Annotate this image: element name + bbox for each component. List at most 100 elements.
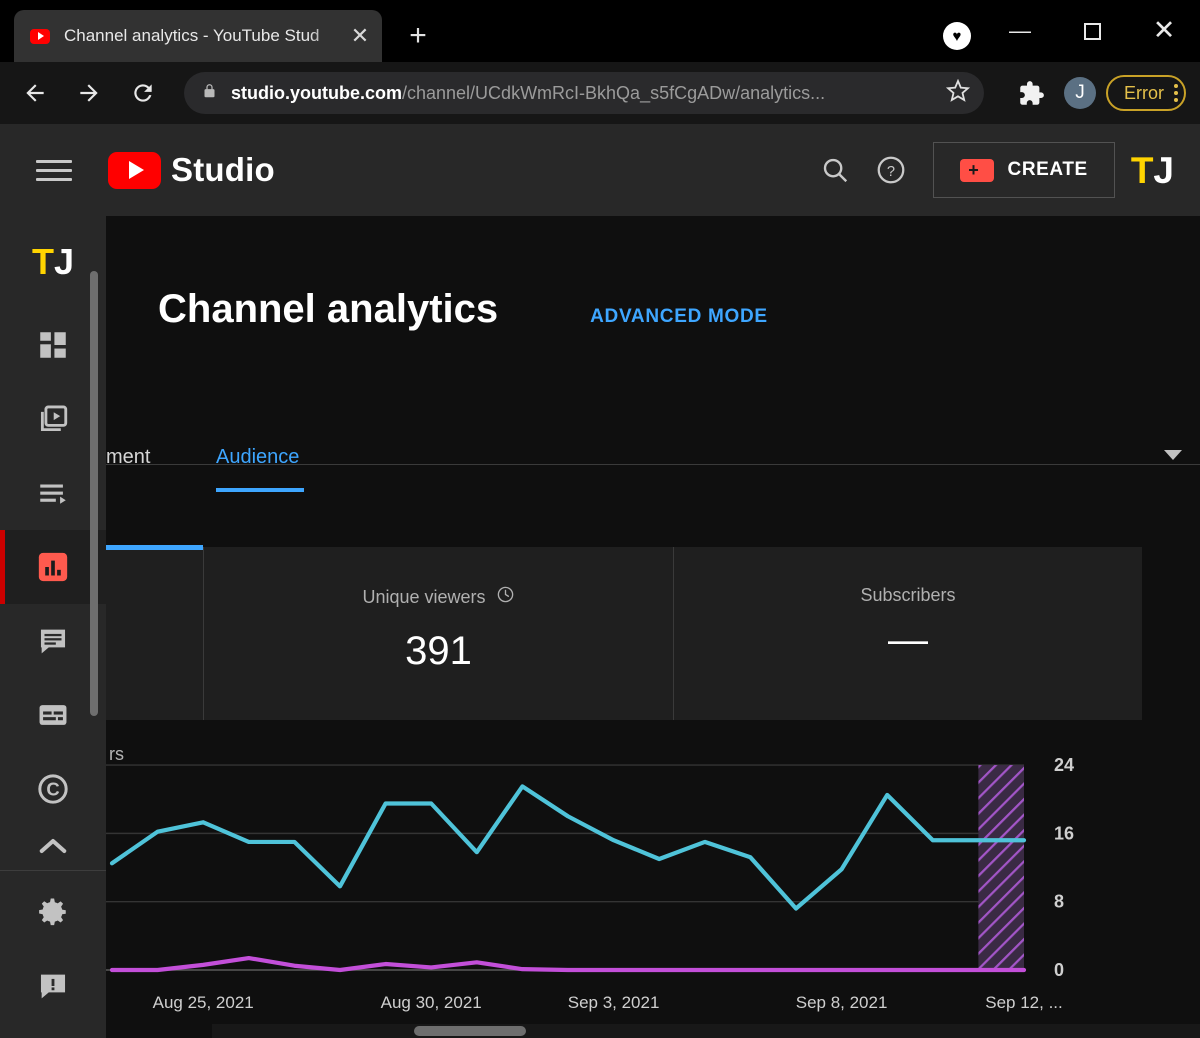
metric-card-label-wrap: Unique viewers <box>362 585 514 609</box>
studio-header: Studio ? CREATE TJ <box>0 124 1200 216</box>
sidebar-item-collapse[interactable] <box>0 826 106 866</box>
minimize-icon: — <box>1009 27 1031 36</box>
url-path: /channel/UCdkWmRcI-BkhQa_s5fCgADw/analyt… <box>402 83 825 103</box>
avatar-letter-1: T <box>32 241 54 283</box>
chart-y-tick-label: 8 <box>1054 892 1064 912</box>
hamburger-icon[interactable] <box>36 154 72 187</box>
metric-card-label-wrap: Subscribers <box>860 585 955 606</box>
advanced-mode-link[interactable]: ADVANCED MODE <box>590 306 768 328</box>
tab-engagement[interactable]: ment <box>106 446 150 469</box>
svg-text:C: C <box>46 779 59 800</box>
analytics-content: Channel analytics ADVANCED MODE Aug 16 –… <box>106 216 1200 1038</box>
page-viewport: Studio ? CREATE TJ TJ <box>0 124 1200 1038</box>
metric-card-value: — <box>888 626 928 654</box>
metric-card-unique-viewers[interactable]: Unique viewers 391 <box>204 547 674 720</box>
back-button[interactable] <box>8 71 62 115</box>
chart-partial-region <box>978 765 1024 970</box>
chart-partial-data-region <box>978 765 1024 970</box>
studio-header-actions: ? CREATE TJ <box>807 142 1200 198</box>
sidebar-item-copyright[interactable]: C <box>0 752 106 826</box>
chart-x-tick-label: Sep 12, ... <box>985 993 1063 1012</box>
metric-card-subscribers[interactable]: Subscribers — <box>674 547 1142 720</box>
error-badge[interactable]: Error <box>1106 75 1186 111</box>
lock-icon <box>202 82 217 105</box>
playlist-icon <box>36 476 70 510</box>
reload-button[interactable] <box>116 71 170 115</box>
metric-card-label: Subscribers <box>860 585 955 606</box>
svg-text:?: ? <box>886 164 894 180</box>
window-minimize-button[interactable]: — <box>984 0 1056 62</box>
dashboard-grid-icon <box>36 328 70 362</box>
studio-logo[interactable]: Studio <box>108 151 275 189</box>
chart-x-axis-labels: Aug 25, 2021Aug 30, 2021Sep 3, 2021Sep 8… <box>153 993 1063 1012</box>
chart-x-tick-label: Sep 3, 2021 <box>568 993 660 1012</box>
heart-glyph: ♥ <box>953 29 962 44</box>
heart-icon[interactable]: ♥ <box>943 22 971 50</box>
search-icon[interactable] <box>807 155 863 185</box>
new-tab-button[interactable]: + <box>403 22 433 52</box>
metric-card-selected-indicator <box>106 545 203 550</box>
gear-icon <box>36 895 70 929</box>
create-button-label: CREATE <box>1008 159 1088 181</box>
clock-icon[interactable] <box>496 585 515 609</box>
chart-x-tick-label: Aug 30, 2021 <box>381 993 482 1012</box>
chevron-down-icon[interactable] <box>1164 450 1182 460</box>
close-icon: ✕ <box>1153 20 1176 42</box>
puzzle-icon[interactable] <box>1008 80 1054 107</box>
window-close-button[interactable]: ✕ <box>1128 0 1200 62</box>
chevron-up-icon <box>38 835 68 857</box>
channel-avatar[interactable]: TJ <box>1131 152 1174 189</box>
chart-line-unique-viewers <box>112 786 1024 908</box>
chart-svg[interactable]: 24 16 8 0 Aug 25, 2021 Aug 30, 2021 Sep 3, 20… <box>106 720 1200 1038</box>
close-icon[interactable]: ✕ <box>348 25 372 47</box>
page-header: Channel analytics ADVANCED MODE <box>158 287 768 332</box>
chart-y-tick-label: 16 <box>1054 823 1074 843</box>
browser-toolbar: studio.youtube.com/channel/UCdkWmRcI-Bkh… <box>0 62 1200 124</box>
window-maximize-button[interactable] <box>1056 0 1128 62</box>
error-badge-label: Error <box>1124 83 1164 104</box>
browser-tab[interactable]: Channel analytics - YouTube Stud ✕ <box>14 10 382 62</box>
sidebar-divider <box>0 870 106 871</box>
chart-y-axis-labels: 24 16 8 0 <box>1054 755 1074 980</box>
copyright-icon: C <box>36 772 70 806</box>
create-button[interactable]: CREATE <box>933 142 1115 198</box>
chart-line-subscribers <box>112 958 1024 970</box>
profile-avatar[interactable]: J <box>1064 77 1096 109</box>
avatar-letter-2: J <box>1153 150 1174 191</box>
video-plus-icon <box>960 159 994 182</box>
url-domain: studio.youtube.com <box>231 83 402 103</box>
toolbar-right-cluster: J Error <box>1008 75 1200 111</box>
browser-tabstrip: Channel analytics - YouTube Stud ✕ + ♥ —… <box>0 0 1200 62</box>
chart-y-tick-label: 0 <box>1054 960 1064 980</box>
sidebar-scrollbar[interactable] <box>90 271 98 716</box>
browser-tab-title: Channel analytics - YouTube Stud <box>64 26 348 46</box>
forward-button[interactable] <box>62 71 116 115</box>
video-library-icon <box>36 402 70 436</box>
chart-x-tick-label: Aug 25, 2021 <box>153 993 254 1012</box>
star-icon[interactable] <box>946 79 970 108</box>
tab-audience[interactable]: Audience <box>216 446 299 469</box>
analytics-bars-icon <box>36 550 70 584</box>
address-bar[interactable]: studio.youtube.com/channel/UCdkWmRcI-Bkh… <box>184 72 984 114</box>
studio-sidebar: TJ C <box>0 216 106 1038</box>
address-bar-url: studio.youtube.com/channel/UCdkWmRcI-Bkh… <box>231 83 938 104</box>
subtitles-icon <box>36 698 70 732</box>
metric-card-cut[interactable] <box>106 547 204 720</box>
metric-cards: Unique viewers 391 Subscribers — <box>106 547 1200 720</box>
page-title: Channel analytics <box>158 287 498 332</box>
avatar-letter-1: T <box>1131 150 1154 191</box>
window-controls: — ✕ <box>984 0 1200 62</box>
comment-icon <box>36 624 70 658</box>
chart-y-tick-label: 24 <box>1054 755 1074 775</box>
maximize-icon <box>1084 23 1101 40</box>
chart-series <box>112 786 1024 970</box>
help-icon[interactable]: ? <box>863 154 919 186</box>
sidebar-item-feedback[interactable] <box>0 949 106 1023</box>
youtube-icon <box>30 29 50 44</box>
content-hscrollbar-thumb[interactable] <box>414 1026 526 1036</box>
tab-active-indicator <box>216 488 304 492</box>
three-dot-icon[interactable] <box>1174 84 1178 102</box>
sidebar-item-settings[interactable] <box>0 875 106 949</box>
youtube-play-icon <box>108 152 161 189</box>
avatar-letter-2: J <box>54 241 74 283</box>
